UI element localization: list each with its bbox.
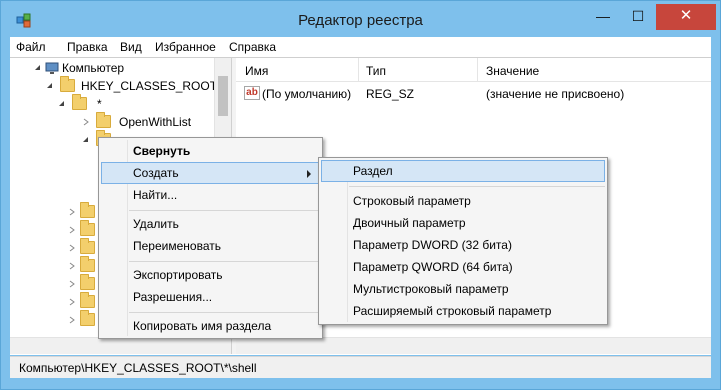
submenu-item-expandable-string-value[interactable]: Расширяемый строковый параметр	[321, 300, 605, 322]
column-header-value[interactable]: Значение	[486, 64, 539, 78]
tree-node-sibling[interactable]	[10, 274, 100, 293]
menu-bar: Файл Правка Вид Избранное Справка	[10, 37, 711, 57]
tree-horizontal-scrollbar[interactable]	[10, 337, 231, 354]
computer-icon	[45, 62, 59, 74]
menu-view[interactable]: Вид	[120, 40, 142, 54]
expand-icon[interactable]	[68, 316, 76, 324]
status-bar: Компьютер\HKEY_CLASSES_ROOT\*\shell	[10, 356, 711, 378]
submenu-item-string-value[interactable]: Строковый параметр	[321, 190, 605, 212]
folder-icon	[80, 256, 95, 272]
tree-node-hkcr[interactable]: HKEY_CLASSES_ROOT	[10, 76, 217, 95]
cell-value: (значение не присвоено)	[486, 87, 625, 101]
menu-item-new[interactable]: Создать	[101, 162, 320, 184]
menu-item-find[interactable]: Найти...	[101, 184, 320, 206]
tree-node-star[interactable]: *	[10, 94, 210, 113]
submenu-item-dword-value[interactable]: Параметр DWORD (32 бита)	[321, 234, 605, 256]
context-menu: Свернуть Создать Найти... Удалить Переим…	[98, 137, 323, 339]
tree-node-sibling[interactable]	[10, 202, 100, 221]
column-divider[interactable]	[477, 58, 478, 82]
tree-label-hkcr: HKEY_CLASSES_ROOT	[81, 79, 218, 93]
folder-icon	[80, 274, 95, 290]
column-header-name[interactable]: Имя	[245, 64, 268, 78]
tree-label-star: *	[97, 97, 102, 111]
folder-icon	[80, 292, 95, 308]
submenu-item-binary-value[interactable]: Двоичный параметр	[321, 212, 605, 234]
title-bar[interactable]: Редактор реестра — ☐ ✕	[1, 1, 720, 37]
folder-icon	[80, 310, 95, 326]
string-value-icon: ab	[244, 86, 260, 100]
expand-icon[interactable]	[68, 298, 76, 306]
menu-separator	[129, 312, 320, 313]
cell-type: REG_SZ	[366, 87, 415, 101]
menu-help[interactable]: Справка	[229, 40, 276, 54]
list-row[interactable]: ab (По умолчанию) REG_SZ (значение не пр…	[236, 84, 711, 104]
tree-label-openwithlist: OpenWithList	[119, 115, 192, 129]
menu-separator	[349, 186, 605, 187]
maximize-button[interactable]: ☐	[623, 4, 653, 30]
tree-node-sibling[interactable]	[10, 238, 100, 257]
submenu-new: Раздел Строковый параметр Двоичный парам…	[318, 157, 608, 325]
folder-icon	[96, 112, 111, 128]
menu-separator	[129, 210, 320, 211]
collapse-icon[interactable]	[46, 82, 54, 90]
folder-icon	[80, 238, 95, 254]
scrollbar-thumb[interactable]	[218, 76, 228, 116]
menu-favorites[interactable]: Избранное	[155, 40, 216, 54]
folder-icon	[80, 220, 95, 236]
collapse-icon[interactable]	[58, 100, 66, 108]
menu-separator	[129, 261, 320, 262]
tree-node-sibling[interactable]	[10, 310, 100, 329]
menu-edit[interactable]: Правка	[67, 40, 108, 54]
column-divider[interactable]	[358, 58, 359, 82]
expand-icon[interactable]	[68, 280, 76, 288]
collapse-icon[interactable]	[82, 136, 90, 144]
submenu-item-key[interactable]: Раздел	[321, 160, 605, 182]
expand-icon[interactable]	[82, 118, 90, 126]
collapse-icon[interactable]	[34, 64, 42, 72]
status-path: Компьютер\HKEY_CLASSES_ROOT\*\shell	[19, 361, 257, 375]
submenu-arrow-icon	[307, 170, 311, 178]
tree-node-computer[interactable]: Компьютер	[10, 59, 210, 77]
folder-icon	[72, 94, 87, 110]
tree-node-sibling[interactable]	[10, 256, 100, 275]
folder-icon	[60, 76, 75, 92]
menu-file[interactable]: Файл	[16, 40, 46, 54]
menu-item-new-label: Создать	[133, 166, 179, 180]
tree-node-sibling[interactable]	[10, 292, 100, 311]
expand-icon[interactable]	[68, 244, 76, 252]
tree-label-computer: Компьютер	[62, 61, 125, 75]
folder-icon	[80, 202, 95, 218]
close-button[interactable]: ✕	[656, 4, 716, 30]
minimize-button[interactable]: —	[588, 4, 618, 30]
cell-name: (По умолчанию)	[262, 87, 352, 101]
expand-icon[interactable]	[68, 208, 76, 216]
tree-node-openwithlist[interactable]: OpenWithList	[10, 112, 210, 131]
menu-item-delete[interactable]: Удалить	[101, 213, 320, 235]
submenu-item-multi-string-value[interactable]: Мультистроковый параметр	[321, 278, 605, 300]
menu-item-export[interactable]: Экспортировать	[101, 264, 320, 286]
column-header-type[interactable]: Тип	[366, 64, 386, 78]
list-horizontal-scrollbar[interactable]	[236, 337, 711, 354]
submenu-item-qword-value[interactable]: Параметр QWORD (64 бита)	[321, 256, 605, 278]
expand-icon[interactable]	[68, 262, 76, 270]
menu-item-rename[interactable]: Переименовать	[101, 235, 320, 257]
menu-item-collapse[interactable]: Свернуть	[101, 140, 320, 162]
menu-item-copy-key-name[interactable]: Копировать имя раздела	[101, 315, 320, 337]
list-header: Имя Тип Значение	[236, 58, 711, 82]
tree-node-sibling[interactable]	[10, 220, 100, 239]
menu-item-permissions[interactable]: Разрешения...	[101, 286, 320, 308]
expand-icon[interactable]	[68, 226, 76, 234]
